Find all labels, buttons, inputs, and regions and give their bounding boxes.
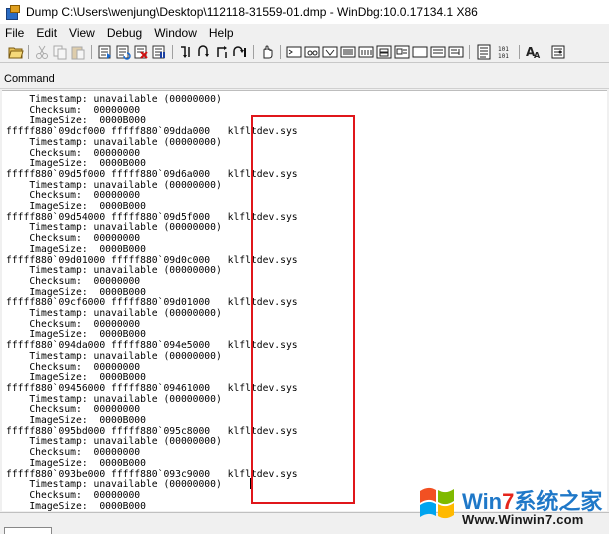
- breakpoint-hand-icon[interactable]: [259, 44, 275, 60]
- module-detail-line: Timestamp: unavailable (00000000): [6, 393, 222, 405]
- module-detail-line: ImageSize: 0000B000: [6, 372, 146, 384]
- step-into-icon[interactable]: [178, 44, 194, 60]
- toolbar: 101 101 AA: [0, 42, 609, 63]
- module-detail-line: ImageSize: 0000B000: [6, 201, 146, 212]
- go-icon[interactable]: [97, 44, 113, 60]
- module-detail-line: Checksum: 00000000: [6, 190, 141, 202]
- module-detail-line: Checksum: 00000000: [6, 361, 141, 373]
- module-detail-line: ImageSize: 0000B000: [6, 457, 146, 469]
- run-to-cursor-icon[interactable]: [232, 44, 248, 60]
- step-over-icon[interactable]: [196, 44, 212, 60]
- module-detail-line: Checksum: 00000000: [6, 275, 141, 287]
- step-out-icon[interactable]: [214, 44, 230, 60]
- processes-threads-icon[interactable]: [430, 44, 446, 60]
- window-title: Dump C:\Users\wenjung\Desktop\112118-315…: [26, 5, 478, 19]
- module-detail-line: Timestamp: unavailable (00000000): [6, 265, 222, 277]
- module-detail-line: Checksum: 00000000: [6, 489, 141, 501]
- menu-view[interactable]: View: [63, 26, 101, 40]
- menu-window[interactable]: Window: [148, 26, 203, 40]
- copy-icon[interactable]: [52, 44, 68, 60]
- module-detail-line: Checksum: 00000000: [6, 233, 141, 245]
- list-numbers-icon[interactable]: 101101: [498, 44, 514, 60]
- font-icon[interactable]: AA: [526, 44, 542, 60]
- module-detail-line: Timestamp: unavailable (00000000): [6, 136, 222, 148]
- module-detail-line: Timestamp: unavailable (00000000): [6, 479, 222, 491]
- module-detail-line: ImageSize: 0000B000: [6, 243, 146, 255]
- cut-icon[interactable]: [34, 44, 50, 60]
- svg-text:101: 101: [498, 53, 509, 60]
- svg-text:A: A: [534, 51, 541, 60]
- registers-window-icon[interactable]: [340, 44, 356, 60]
- highlight-box: [251, 115, 355, 504]
- options-icon[interactable]: [550, 44, 566, 60]
- text-caret: [250, 478, 251, 489]
- command-input-stub[interactable]: [4, 527, 52, 534]
- command-pane-header: Command: [0, 70, 609, 89]
- module-detail-line: ImageSize: 0000B000: [6, 158, 146, 170]
- stop-debugging-icon[interactable]: [133, 44, 149, 60]
- watermark-url: Www.Winwin7.com: [462, 512, 584, 527]
- memory-window-icon[interactable]: [358, 44, 374, 60]
- module-detail-line: Timestamp: unavailable (00000000): [6, 94, 222, 105]
- title-bar[interactable]: Dump C:\Users\wenjung\Desktop\112118-315…: [0, 0, 609, 24]
- source-mode-icon[interactable]: [448, 44, 464, 60]
- open-icon[interactable]: [8, 44, 24, 60]
- module-detail-line: Checksum: 00000000: [6, 447, 141, 459]
- module-detail-line: Timestamp: unavailable (00000000): [6, 436, 222, 448]
- menu-debug[interactable]: Debug: [101, 26, 148, 40]
- scratch-pad-icon[interactable]: [412, 44, 428, 60]
- call-stack-window-icon[interactable]: [376, 44, 392, 60]
- module-detail-line: ImageSize: 0000B000: [6, 115, 146, 127]
- watermark-logo: Win7系统之家 Www.Winwin7.com: [414, 478, 609, 532]
- paste-icon[interactable]: [70, 44, 86, 60]
- module-detail-line: Timestamp: unavailable (00000000): [6, 350, 222, 362]
- command-window-icon[interactable]: [286, 44, 302, 60]
- module-detail-line: Timestamp: unavailable (00000000): [6, 308, 222, 319]
- windbg-app-icon[interactable]: [6, 5, 20, 20]
- command-pane-title: Command: [4, 73, 55, 85]
- menu-edit[interactable]: Edit: [30, 26, 63, 40]
- module-detail-line: Timestamp: unavailable (00000000): [6, 179, 222, 191]
- module-detail-line: Checksum: 00000000: [6, 147, 141, 159]
- menu-file[interactable]: File: [0, 26, 30, 40]
- module-detail-line: ImageSize: 0000B000: [6, 329, 146, 341]
- module-detail-line: ImageSize: 0000B000: [6, 415, 146, 426]
- module-detail-line: ImageSize: 0000B000: [6, 500, 146, 511]
- restart-icon[interactable]: [115, 44, 131, 60]
- menu-bar: File Edit View Debug Window Help: [0, 24, 609, 42]
- module-detail-line: Timestamp: unavailable (00000000): [6, 222, 222, 234]
- module-detail-line: Checksum: 00000000: [6, 404, 141, 416]
- module-detail-line: ImageSize: 0000B000: [6, 286, 146, 298]
- module-detail-line: Checksum: 00000000: [6, 104, 141, 116]
- watch-window-icon[interactable]: [304, 44, 320, 60]
- binary-hex-icon[interactable]: [476, 44, 492, 60]
- locals-window-icon[interactable]: [322, 44, 338, 60]
- menu-help[interactable]: Help: [203, 26, 240, 40]
- break-icon[interactable]: [151, 44, 167, 60]
- disassembly-window-icon[interactable]: [394, 44, 410, 60]
- svg-text:101: 101: [498, 46, 509, 53]
- module-detail-line: Checksum: 00000000: [6, 318, 141, 330]
- windows-logo-icon: [420, 487, 454, 519]
